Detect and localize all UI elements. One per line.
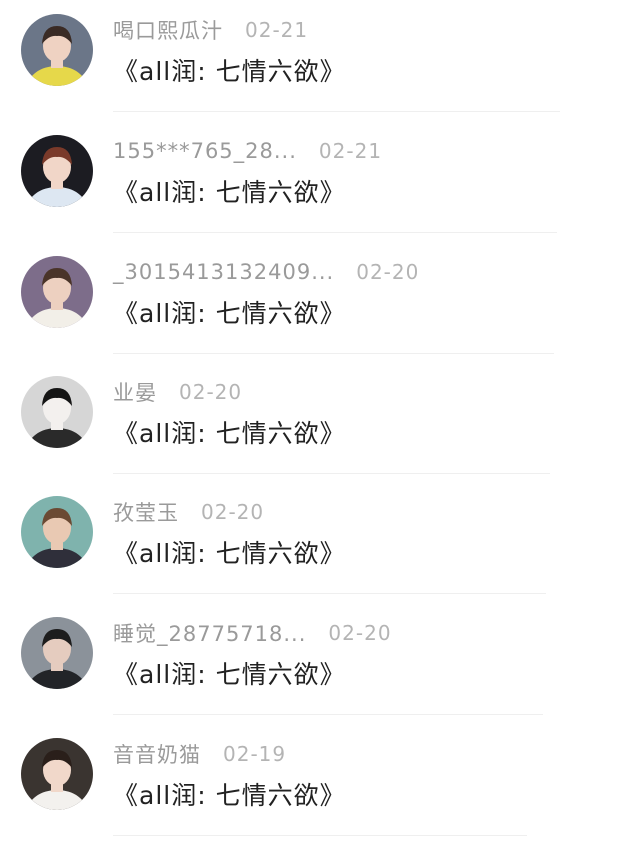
username[interactable]: 155***765_28... — [113, 139, 297, 163]
avatar-image — [21, 135, 93, 207]
comment-text: 《all润: 七情六欲》 — [113, 539, 346, 568]
user-avatar[interactable] — [21, 496, 93, 568]
username[interactable]: 孜莹玉 — [113, 497, 179, 527]
comment-date: 02-20 — [201, 500, 265, 524]
comment-meta: 睡觉_28775718... 02-20 — [113, 617, 392, 649]
comment-date: 02-21 — [318, 139, 383, 163]
comment-text: 《all润: 七情六欲》 — [113, 419, 346, 448]
comment-meta: 音音奶猫 02-19 — [113, 738, 286, 770]
divider — [113, 593, 546, 594]
username[interactable]: 音音奶猫 — [113, 739, 201, 769]
comment-text: 《all润: 七情六欲》 — [113, 299, 346, 328]
divider — [113, 353, 554, 354]
comment-meta: 喝口熙瓜汁 02-21 — [113, 14, 308, 46]
comment-text: 《all润: 七情六欲》 — [113, 178, 346, 207]
avatar-image — [21, 496, 93, 568]
comment-meta: 业晏 02-20 — [113, 376, 242, 408]
comment-meta: 155***765_28... 02-21 — [113, 135, 382, 167]
username[interactable]: 睡觉_28775718... — [113, 618, 306, 648]
comment-item[interactable]: 孜莹玉 02-20 《all润: 七情六欲》 — [0, 482, 640, 602]
comment-item[interactable]: 业晏 02-20 《all润: 七情六欲》 — [0, 362, 640, 482]
avatar-image — [21, 376, 93, 448]
user-avatar[interactable] — [21, 738, 93, 810]
divider — [113, 232, 557, 233]
username[interactable]: _3015413132409... — [113, 260, 334, 284]
user-avatar[interactable] — [21, 135, 93, 207]
comment-item[interactable]: 155***765_28... 02-21 《all润: 七情六欲》 — [0, 121, 640, 241]
comment-list: 喝口熙瓜汁 02-21 《all润: 七情六欲》 155***765_28...… — [0, 0, 640, 841]
comment-item[interactable]: _3015413132409... 02-20 《all润: 七情六欲》 — [0, 242, 640, 362]
comment-item[interactable]: 睡觉_28775718... 02-20 《all润: 七情六欲》 — [0, 603, 640, 723]
avatar-image — [21, 617, 93, 689]
divider — [113, 473, 550, 474]
comment-meta: _3015413132409... 02-20 — [113, 256, 419, 288]
avatar-image — [21, 738, 93, 810]
comment-meta: 孜莹玉 02-20 — [113, 496, 264, 528]
avatar-image — [21, 256, 93, 328]
comment-date: 02-20 — [356, 260, 420, 284]
comment-item[interactable]: 喝口熙瓜汁 02-21 《all润: 七情六欲》 — [0, 0, 640, 120]
comment-text: 《all润: 七情六欲》 — [113, 57, 346, 86]
divider — [113, 111, 560, 112]
comment-date: 02-20 — [328, 621, 392, 645]
user-avatar[interactable] — [21, 617, 93, 689]
comment-date: 02-21 — [245, 18, 309, 42]
comment-date: 02-19 — [223, 742, 287, 766]
avatar-image — [21, 14, 93, 86]
divider — [113, 714, 543, 715]
comment-text: 《all润: 七情六欲》 — [113, 781, 346, 810]
divider — [113, 835, 527, 836]
comment-date: 02-20 — [179, 380, 243, 404]
username[interactable]: 喝口熙瓜汁 — [113, 15, 223, 45]
user-avatar[interactable] — [21, 14, 93, 86]
user-avatar[interactable] — [21, 376, 93, 448]
comment-item[interactable]: 音音奶猫 02-19 《all润: 七情六欲》 — [0, 724, 640, 844]
comment-text: 《all润: 七情六欲》 — [113, 660, 346, 689]
user-avatar[interactable] — [21, 256, 93, 328]
username[interactable]: 业晏 — [113, 377, 157, 407]
